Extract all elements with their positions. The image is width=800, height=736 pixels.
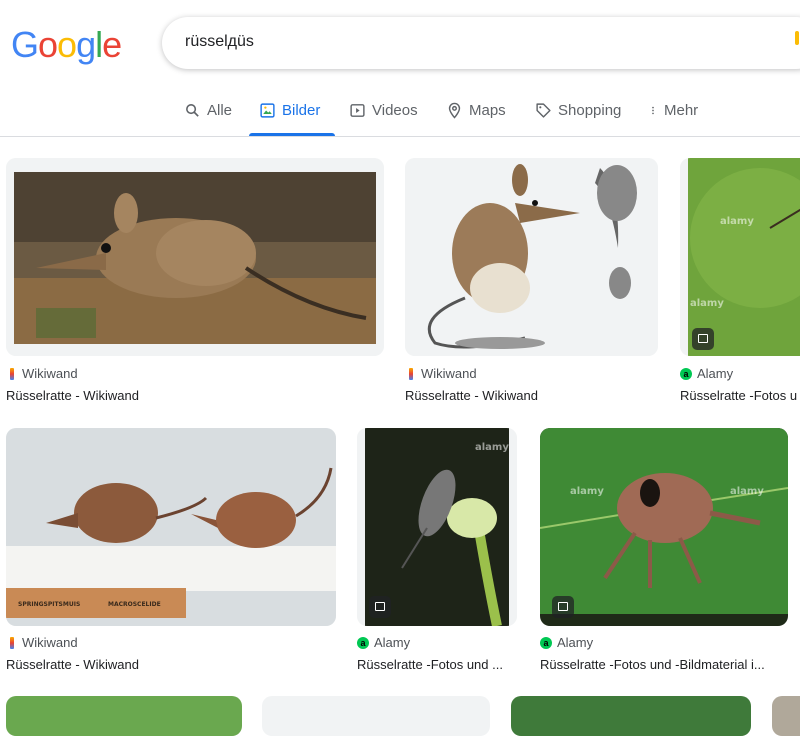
tab-label: Alle	[207, 102, 233, 119]
tab-mehr[interactable]: Mehr	[648, 102, 698, 119]
result-thumbnail-partial[interactable]	[511, 696, 751, 736]
result-caption[interactable]: Rüsselratte -Fotos und -Bildmaterial i..…	[540, 657, 788, 672]
logo-letter: g	[76, 24, 96, 65]
active-tab-indicator	[249, 133, 335, 136]
tab-alle[interactable]: Alle	[184, 102, 232, 119]
result-thumbnail-partial[interactable]	[6, 696, 242, 736]
alamy-icon: a	[540, 636, 552, 649]
search-input[interactable]: rüsselдüs	[185, 33, 254, 51]
result-thumbnail[interactable]	[405, 158, 658, 356]
alamy-watermark: alamy	[570, 486, 604, 497]
result-caption[interactable]: Rüsselratte -Fotos und ...	[357, 657, 517, 672]
result-source[interactable]: a Alamy	[540, 635, 593, 650]
alamy-watermark: alamy	[690, 298, 724, 309]
image-badge-icon	[552, 596, 574, 618]
plaque-text: SPRINGSPITSMUIS	[18, 601, 81, 608]
result-caption[interactable]: Rüsselratte - Wikiwand	[6, 388, 384, 403]
image-icon	[260, 103, 275, 118]
logo-letter: o	[57, 24, 77, 65]
logo-letter: o	[38, 24, 58, 65]
alamy-icon: a	[357, 636, 369, 649]
logo-letter: G	[11, 24, 39, 65]
alamy-icon: a	[680, 367, 692, 380]
weevil-green-photo	[680, 158, 800, 356]
result-thumbnail[interactable]: alamy alamy	[680, 158, 800, 356]
source-label: Wikiwand	[22, 635, 78, 650]
google-logo[interactable]: Google	[11, 24, 122, 65]
video-icon	[350, 104, 365, 117]
tab-label: Mehr	[664, 102, 699, 119]
tab-shopping[interactable]: Shopping	[535, 102, 621, 119]
source-label: Wikiwand	[22, 366, 78, 381]
mic-icon[interactable]	[794, 31, 800, 45]
search-tabs: Alle Bilder Videos Maps Shopping Mehr	[0, 88, 800, 137]
result-thumbnail-partial[interactable]	[262, 696, 490, 736]
tab-label: Bilder	[282, 102, 321, 119]
result-caption[interactable]: Rüsselratte -Fotos u	[680, 388, 800, 403]
search-icon	[186, 104, 199, 117]
source-label: Alamy	[557, 635, 594, 650]
tab-label: Shopping	[558, 102, 622, 119]
wikiwand-icon	[10, 636, 14, 649]
alamy-watermark: alamy	[720, 216, 754, 227]
source-label: Alamy	[697, 366, 734, 381]
result-thumbnail[interactable]	[6, 158, 384, 356]
result-source[interactable]: Wikiwand	[405, 366, 477, 381]
source-label: Alamy	[374, 635, 411, 650]
result-thumbnail-partial[interactable]	[772, 696, 800, 736]
image-badge-icon	[369, 596, 391, 618]
tab-videos[interactable]: Videos	[349, 102, 418, 119]
taxidermy-shrews-photo	[6, 428, 336, 626]
wikiwand-icon	[409, 367, 413, 380]
result-source[interactable]: a Alamy	[357, 635, 410, 650]
tab-maps[interactable]: Maps	[446, 102, 506, 119]
result-caption[interactable]: Rüsselratte - Wikiwand	[405, 388, 658, 403]
tab-label: Videos	[372, 102, 418, 119]
result-thumbnail[interactable]: alamy alamy	[540, 428, 788, 626]
elephant-shrew-photo	[6, 158, 384, 356]
tab-label: Maps	[469, 102, 506, 119]
logo-letter: l	[95, 24, 103, 65]
more-vert-icon	[652, 106, 654, 115]
weevil-leaf-photo	[540, 428, 788, 626]
search-box[interactable]: rüsselдüs	[162, 17, 800, 69]
source-label: Wikiwand	[421, 366, 477, 381]
alamy-watermark: alamy	[475, 442, 509, 453]
tag-icon	[536, 103, 551, 118]
alamy-watermark: alamy	[730, 486, 764, 497]
image-badge-icon	[692, 328, 714, 350]
elephant-shrew-illustration	[405, 158, 658, 356]
map-pin-icon	[448, 102, 461, 119]
result-source[interactable]: a Alamy	[680, 366, 733, 381]
result-thumbnail[interactable]: SPRINGSPITSMUIS MACROSCELIDE	[6, 428, 336, 626]
wikiwand-icon	[10, 367, 14, 380]
tab-bilder[interactable]: Bilder	[259, 102, 320, 119]
plaque-text: MACROSCELIDE	[108, 601, 161, 608]
logo-letter: e	[102, 24, 122, 65]
result-thumbnail[interactable]: alamy	[357, 428, 517, 626]
result-source[interactable]: Wikiwand	[6, 635, 78, 650]
result-source[interactable]: Wikiwand	[6, 366, 78, 381]
result-caption[interactable]: Rüsselratte - Wikiwand	[6, 657, 336, 672]
